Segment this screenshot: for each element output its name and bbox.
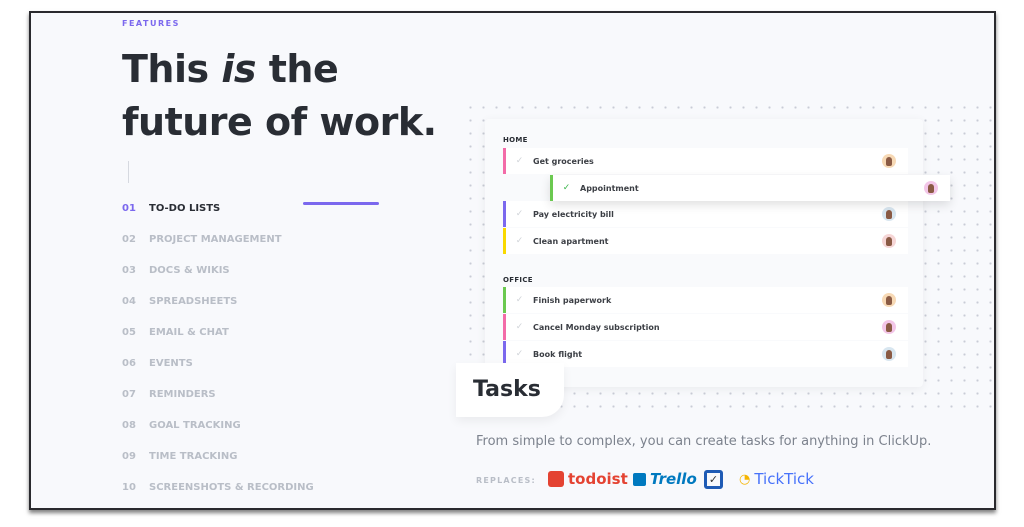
avatar	[924, 181, 938, 195]
nav-label: GOAL TRACKING	[149, 420, 241, 431]
check-icon[interactable]: ✓	[553, 183, 580, 193]
features-section: FEATURES This is the future of work. 01 T…	[29, 11, 996, 510]
nav-number: 06	[122, 358, 136, 369]
checkbox-icon: ✓	[704, 470, 723, 489]
avatar	[882, 347, 896, 361]
ticktick-text: TickTick	[754, 470, 814, 488]
avatar	[882, 207, 896, 221]
nav-label: PROJECT MANAGEMENT	[149, 234, 282, 245]
task-name: Cancel Monday subscription	[533, 322, 660, 332]
avatar	[882, 320, 896, 334]
task-list-card: HOME OFFICE ✓ Get groceries ✓ Appointment ✓ P…	[485, 119, 950, 387]
nav-item[interactable]: 10 SCREENSHOTS & RECORDING	[122, 472, 314, 503]
nav-number: 07	[122, 389, 136, 400]
ticktick-icon: ◔	[739, 471, 751, 487]
nav-label: TIME TRACKING	[149, 451, 238, 462]
check-icon[interactable]: ✓	[506, 322, 533, 332]
replaces-label: REPLACES:	[476, 476, 536, 485]
task-row[interactable]: ✓ Pay electricity bill	[503, 201, 908, 227]
task-name: Book flight	[533, 349, 583, 359]
nav-item[interactable]: 06 EVENTS	[122, 348, 314, 379]
tab-tasks[interactable]: Tasks	[456, 363, 564, 417]
check-icon[interactable]: ✓	[506, 236, 533, 246]
task-row[interactable]: ✓ Cancel Monday subscription	[503, 314, 908, 340]
nav-number: 10	[122, 482, 136, 493]
nav-label: SCREENSHOTS & RECORDING	[149, 482, 314, 493]
todoist-logo: todoist	[548, 470, 628, 488]
nav-number: 05	[122, 327, 136, 338]
title-line-2: future of work.	[122, 100, 437, 144]
checkbox-app-logo: ✓	[704, 470, 723, 489]
todoist-icon	[548, 471, 564, 487]
task-name: Appointment	[580, 183, 639, 193]
todoist-text: todoist	[568, 470, 628, 488]
trello-logo: Trello	[633, 470, 697, 488]
page-title: This is the future of work.	[122, 43, 437, 149]
description: From simple to complex, you can create t…	[476, 434, 932, 449]
title-part: This	[122, 47, 222, 91]
avatar	[882, 293, 896, 307]
title-part: the	[256, 47, 339, 91]
check-icon[interactable]: ✓	[506, 209, 533, 219]
nav-label: REMINDERS	[149, 389, 216, 400]
task-row[interactable]: ✓ Finish paperwork	[503, 287, 908, 313]
nav-label: DOCS & WIKIS	[149, 265, 230, 276]
avatar	[882, 234, 896, 248]
group-label-home: HOME	[503, 136, 528, 144]
group-label-office: OFFICE	[503, 276, 533, 284]
nav-number: 01	[122, 203, 136, 214]
check-icon[interactable]: ✓	[506, 349, 533, 359]
nav-item[interactable]: 01 TO-DO LISTS	[122, 193, 314, 224]
nav-item[interactable]: 02 PROJECT MANAGEMENT	[122, 224, 314, 255]
nav-item[interactable]: 03 DOCS & WIKIS	[122, 255, 314, 286]
nav-number: 03	[122, 265, 136, 276]
title-emphasis: is	[221, 47, 257, 91]
nav-label: TO-DO LISTS	[149, 203, 221, 214]
task-name: Pay electricity bill	[533, 209, 614, 219]
nav-item[interactable]: 04 SPREADSHEETS	[122, 286, 314, 317]
nav-number: 08	[122, 420, 136, 431]
task-row[interactable]: ✓ Clean apartment	[503, 228, 908, 254]
nav-item[interactable]: 09 TIME TRACKING	[122, 441, 314, 472]
nav-label: SPREADSHEETS	[149, 296, 238, 307]
check-icon[interactable]: ✓	[506, 156, 533, 166]
trello-text: Trello	[650, 470, 697, 488]
nav-label: EVENTS	[149, 358, 193, 369]
eyebrow: FEATURES	[122, 19, 180, 28]
feature-nav: 01 TO-DO LISTS 02 PROJECT MANAGEMENT 03 DOCS …	[122, 193, 314, 503]
nav-item[interactable]: 05 EMAIL & CHAT	[122, 317, 314, 348]
active-indicator	[303, 202, 379, 205]
trello-icon	[633, 472, 646, 486]
task-row[interactable]: ✓ Appointment	[550, 175, 950, 201]
nav-number: 02	[122, 234, 136, 245]
nav-label: EMAIL & CHAT	[149, 327, 229, 338]
task-name: Clean apartment	[533, 236, 609, 246]
task-name: Finish paperwork	[533, 295, 612, 305]
avatar	[882, 154, 896, 168]
nav-item[interactable]: 08 GOAL TRACKING	[122, 410, 314, 441]
nav-number: 04	[122, 296, 136, 307]
check-icon[interactable]: ✓	[506, 295, 533, 305]
task-name: Get groceries	[533, 156, 594, 166]
ticktick-logo: ◔ TickTick	[739, 470, 814, 488]
task-row[interactable]: ✓ Get groceries	[503, 148, 908, 174]
nav-item[interactable]: 07 REMINDERS	[122, 379, 314, 410]
nav-number: 09	[122, 451, 136, 462]
divider	[128, 161, 129, 183]
